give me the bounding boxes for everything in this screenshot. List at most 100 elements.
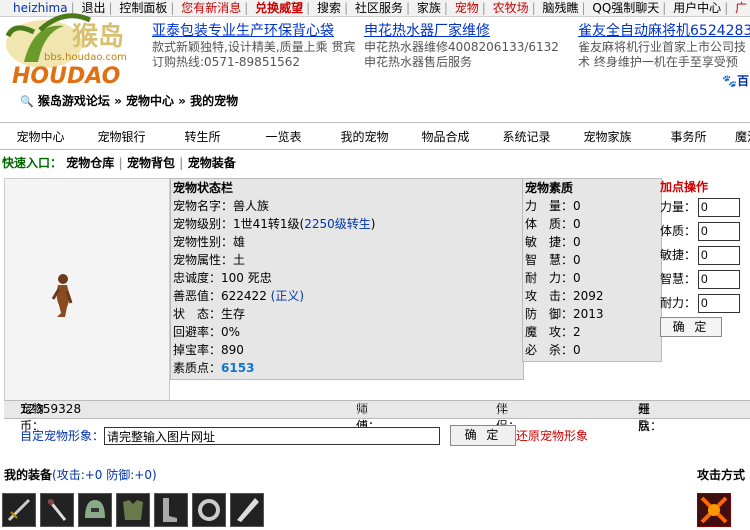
- nav-pet-family[interactable]: 宠物家族: [567, 128, 648, 145]
- status-key: 回避率：: [173, 325, 222, 339]
- add-label: 耐力：: [660, 296, 697, 310]
- attr-value: 0: [573, 199, 581, 213]
- site-logo[interactable]: 猴岛 bbs.houdao.com HOUDAO: [4, 2, 146, 90]
- pet-summary-bar: 宠物币：12359328 师傅：无 伴侣：无 组队：开启: [4, 400, 750, 433]
- constitution-input[interactable]: [698, 221, 741, 241]
- attr-value: 0: [573, 235, 581, 249]
- nav-my-pet[interactable]: 我的宠物: [324, 128, 405, 145]
- nav-office[interactable]: 事务所: [648, 128, 729, 145]
- custom-image-confirm-button[interactable]: 确 定: [450, 425, 516, 446]
- image-url-input[interactable]: [104, 427, 440, 445]
- attr-value: 2: [573, 325, 581, 339]
- ad-2-desc: 申花热水器维修4008206133/6132 申花热水器售后服务: [364, 40, 559, 69]
- boots-icon[interactable]: [154, 493, 188, 527]
- attr-value: 2013: [573, 307, 604, 321]
- farm-link[interactable]: 农牧场: [490, 1, 532, 15]
- nav-pet-center[interactable]: 宠物中心: [0, 128, 81, 145]
- ad-2[interactable]: 申花热水器厂家维修 申花热水器维修4008206133/6132 申花热水器售后…: [364, 22, 574, 70]
- attack-skill-icon[interactable]: [697, 493, 731, 527]
- logo-url-text: bbs.houdao.com: [44, 52, 127, 63]
- attributes-panel: 宠物素质 力 量：0 体 质：0 敏 捷：0 智 慧：0 耐 力：0 攻 击：2…: [522, 178, 662, 362]
- search-link[interactable]: 搜索: [314, 1, 344, 15]
- breadcrumb-text[interactable]: 猴岛游戏论坛 » 宠物中心 » 我的宠物: [38, 94, 238, 108]
- family-link[interactable]: 家族: [414, 1, 444, 15]
- status-row: 素质点：6153: [171, 359, 523, 377]
- brain-link[interactable]: 脑残瞧: [540, 1, 582, 15]
- custom-image-label: 自定宠物形象：: [20, 429, 105, 443]
- status-key: 状 态：: [173, 307, 222, 321]
- baidu-icon[interactable]: 🐾百: [722, 72, 749, 89]
- strength-input[interactable]: [698, 197, 741, 217]
- nav-rebirth[interactable]: 转生所: [162, 128, 243, 145]
- add-confirm-button[interactable]: 确 定: [660, 317, 722, 337]
- equipment-header: 我的装备(攻击:+0 防御:+0): [4, 466, 157, 483]
- attr-key: 体 质：: [525, 217, 574, 231]
- ad-1[interactable]: 亚泰包装专业生产环保背心袋 款式新颖独特,设计精美,质量上乘 贯宾订购热线:05…: [152, 22, 362, 70]
- add-row-wisdom: 智慧：: [660, 267, 750, 291]
- attr-key: 攻 击：: [525, 289, 574, 303]
- armor-icon[interactable]: [116, 493, 150, 527]
- logo-cn-text: 猴岛: [72, 22, 125, 52]
- exchange-link[interactable]: 兑换威望: [252, 1, 306, 15]
- new-message-link[interactable]: 您有新消息: [178, 1, 244, 15]
- community-link[interactable]: 社区服务: [352, 1, 406, 15]
- status-value: 土: [233, 253, 246, 267]
- helmet-icon[interactable]: [78, 493, 112, 527]
- status-row: 宠物名字：兽人族: [171, 197, 523, 215]
- attr-row: 必 杀：0: [523, 341, 661, 359]
- status-title: 宠物状态栏: [173, 181, 234, 195]
- nav-overview[interactable]: 一览表: [243, 128, 324, 145]
- attr-row: 攻 击：2092: [523, 287, 661, 305]
- attr-row: 防 御：2013: [523, 305, 661, 323]
- more-link[interactable]: 广: [732, 1, 750, 15]
- attr-key: 防 御：: [525, 307, 574, 321]
- add-label: 智慧：: [660, 272, 697, 286]
- attr-row: 智 慧：0: [523, 251, 661, 269]
- restore-image-link[interactable]: 还原宠物形象: [516, 424, 588, 448]
- status-row: 状 态：生存: [171, 305, 523, 323]
- attr-value: 0: [573, 271, 581, 285]
- ad-2-title[interactable]: 申花热水器厂家维修: [364, 22, 574, 40]
- ad-1-title[interactable]: 亚泰包装专业生产环保背心袋: [152, 22, 362, 40]
- status-key: 宠物属性：: [173, 253, 234, 267]
- nav-pet-bank[interactable]: 宠物银行: [81, 128, 162, 145]
- status-value: 雄: [233, 235, 246, 249]
- agility-input[interactable]: [698, 245, 741, 265]
- status-value: 622422: [221, 289, 271, 303]
- pet-link[interactable]: 宠物: [452, 1, 482, 15]
- pet-image: [4, 178, 170, 402]
- nav-synthesis[interactable]: 物品合成: [405, 128, 486, 145]
- attr-row: 耐 力：0: [523, 269, 661, 287]
- equipment-stats: (攻击:+0 防御:+0): [52, 468, 157, 482]
- ad-3[interactable]: 雀友全自动麻将机65242831 雀友麻将机行业首家上市公司技术 终身维护一机在…: [578, 22, 750, 68]
- add-label: 体质：: [660, 224, 697, 238]
- attr-row: 体 质：0: [523, 215, 661, 233]
- rebirth-link[interactable]: 2250级转生: [304, 217, 371, 231]
- user-center-link[interactable]: 用户中心: [670, 1, 724, 15]
- endurance-input[interactable]: [698, 293, 741, 313]
- ring-icon[interactable]: [192, 493, 226, 527]
- add-row-strength: 力量：: [660, 195, 750, 219]
- wisdom-input[interactable]: [698, 269, 741, 289]
- ad-3-title[interactable]: 雀友全自动麻将机65242831: [578, 22, 750, 40]
- status-row: 宠物级别：1世41转1级(2250级转生): [171, 215, 523, 233]
- blade-icon[interactable]: [230, 493, 264, 527]
- status-key: 宠物级别：: [173, 217, 234, 231]
- sword-icon[interactable]: [2, 493, 36, 527]
- alignment-link[interactable]: (正义): [271, 289, 304, 303]
- attr-key: 魔 攻：: [525, 325, 574, 339]
- quick-link-warehouse[interactable]: 宠物仓库: [66, 156, 114, 170]
- status-row: 宠物性别：雄: [171, 233, 523, 251]
- dagger-icon[interactable]: [40, 493, 74, 527]
- logo-en-text: HOUDAO: [12, 64, 121, 89]
- status-key: 掉宝率：: [173, 343, 222, 357]
- status-value: 生存: [221, 307, 246, 321]
- qq-chat-link[interactable]: QQ强制聊天: [589, 1, 662, 15]
- quick-link-equipment[interactable]: 宠物装备: [188, 156, 236, 170]
- pet-figure-icon: [51, 274, 73, 317]
- nav-magic[interactable]: 魔法阵: [729, 128, 750, 145]
- status-panel: 宠物状态栏 宠物名字：兽人族 宠物级别：1世41转1级(2250级转生) 宠物性…: [170, 178, 524, 380]
- equipment-slots: [2, 493, 268, 527]
- quick-link-backpack[interactable]: 宠物背包: [127, 156, 175, 170]
- nav-records[interactable]: 系统记录: [486, 128, 567, 145]
